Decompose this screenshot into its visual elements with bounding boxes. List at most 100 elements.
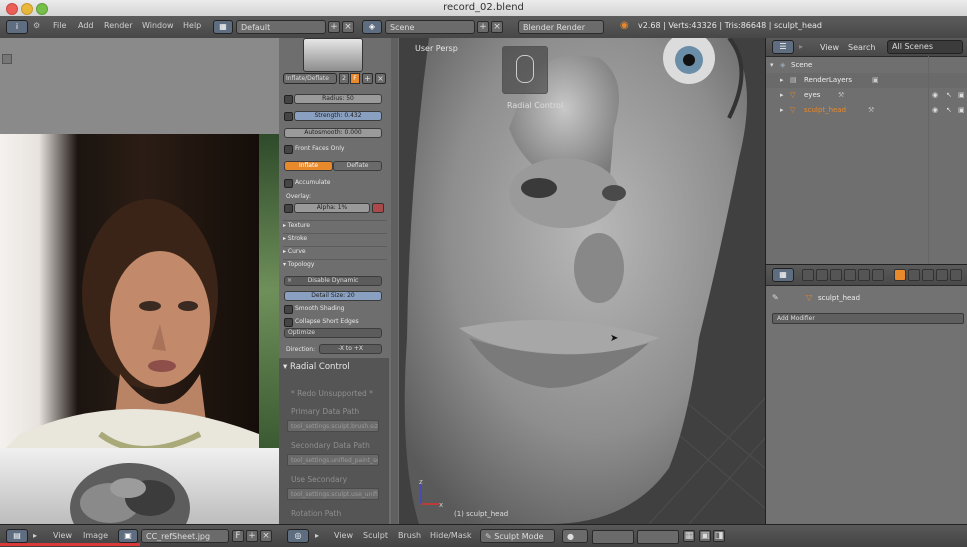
strength-pressure-icon[interactable] xyxy=(284,112,293,121)
viewport-menu-view[interactable]: View xyxy=(334,531,353,540)
add-modifier-button[interactable]: Add Modifier xyxy=(772,313,964,324)
primary-data-path-field[interactable]: tool_settings.sculpt.brush.size xyxy=(287,420,379,432)
inflate-button[interactable]: Inflate xyxy=(284,161,333,171)
strength-slider[interactable]: Strength: 0.432 xyxy=(294,111,382,121)
render-camera-icon[interactable]: ▣ xyxy=(958,103,965,118)
redo-panel[interactable]: ▾ Radial Control * Redo Unsupported * Pr… xyxy=(279,358,389,524)
menu-add[interactable]: Add xyxy=(78,21,94,30)
data-tab-icon[interactable] xyxy=(908,269,920,281)
new-image-button[interactable]: + xyxy=(246,530,258,542)
layers-widget-2[interactable] xyxy=(637,530,679,544)
outliner-row-scene[interactable]: ▾ ◈ Scene xyxy=(766,58,967,73)
secondary-data-path-field[interactable]: tool_settings.unified_paint_settings.siz… xyxy=(287,454,379,466)
3d-view-editor-icon[interactable]: ◎ xyxy=(287,529,309,543)
scene-tab-icon[interactable] xyxy=(830,269,842,281)
particles-tab-icon[interactable] xyxy=(950,269,962,281)
render-tab-icon[interactable] xyxy=(802,269,814,281)
visibility-eye-icon[interactable]: ◉ xyxy=(932,103,938,118)
texture-panel-header[interactable]: ▸ Texture xyxy=(283,220,387,231)
outliner-row-eyes[interactable]: ▸ ▽ eyes ⚒ ◉ ↖ ▣ xyxy=(766,88,967,103)
constraints-tab-icon[interactable] xyxy=(872,269,884,281)
outliner-menu-search[interactable]: Search xyxy=(848,43,875,52)
image-menu-image[interactable]: Image xyxy=(83,531,108,540)
image-editor[interactable] xyxy=(0,38,279,524)
tool-shelf-scrollbar[interactable] xyxy=(391,38,398,524)
viewport-menu-hide-mask[interactable]: Hide/Mask xyxy=(430,531,472,540)
image-editor-icon[interactable]: ▤ xyxy=(6,529,28,543)
tool-shelf[interactable]: Inflate/Deflate 2 F + × Radius: 50 Stren… xyxy=(279,38,400,524)
mode-select[interactable]: ✎ Sculpt Mode xyxy=(480,529,555,543)
topology-panel-header[interactable]: ▾ Topology xyxy=(283,259,387,270)
autosmooth-slider[interactable]: Autosmooth: 0.000 xyxy=(284,128,382,138)
smooth-shading-checkbox[interactable] xyxy=(284,305,293,314)
layers-widget[interactable] xyxy=(592,530,634,544)
menu-window[interactable]: Window xyxy=(142,21,174,30)
expand-icon[interactable]: ▸ xyxy=(780,103,784,118)
pin-icon[interactable]: ✎ xyxy=(772,293,779,302)
direction-select[interactable]: -X to +X xyxy=(319,344,382,354)
radius-slider[interactable]: Radius: 50 xyxy=(294,94,382,104)
new-brush-button[interactable]: + xyxy=(362,73,373,84)
unlink-brush-button[interactable]: × xyxy=(375,73,386,84)
optimize-button[interactable]: Optimize xyxy=(284,328,382,338)
image-fake-user-button[interactable]: F xyxy=(232,530,244,542)
region-toggle-icon[interactable] xyxy=(2,54,12,64)
screen-layout-field[interactable]: Default xyxy=(236,20,326,34)
outliner-row-renderlayers[interactable]: ▸ ▤ RenderLayers ▣ xyxy=(766,73,967,88)
image-menu-view[interactable]: View xyxy=(53,531,72,540)
visibility-eye-icon[interactable]: ◉ xyxy=(932,88,938,103)
render-engine-select[interactable]: Blender Render xyxy=(518,20,604,34)
brush-users[interactable]: 2 xyxy=(339,73,349,84)
menu-help[interactable]: Help xyxy=(183,21,201,30)
collapse-icon[interactable]: ▾ xyxy=(770,58,774,73)
menu-render[interactable]: Render xyxy=(104,21,132,30)
deflate-button[interactable]: Deflate xyxy=(333,161,382,171)
3d-viewport[interactable]: User Persp Radial Control zx (1) sculpt_… xyxy=(399,38,765,524)
overlay-toggle[interactable] xyxy=(284,204,293,213)
image-name-field[interactable]: CC_refSheet.jpg xyxy=(141,529,229,543)
collapse-short-edges-checkbox[interactable] xyxy=(284,318,293,327)
properties-editor[interactable]: ▦ ✎ ▽ sculpt_head Add Modifier xyxy=(765,264,967,525)
render-camera-icon[interactable]: ▣ xyxy=(958,88,965,103)
image-browse-icon[interactable]: ▣ xyxy=(118,529,138,543)
properties-editor-icon[interactable]: ▦ xyxy=(772,268,794,282)
outliner-row-sculpt-head[interactable]: ▸ ▽ sculpt_head ⚒ ◉ ↖ ▣ xyxy=(766,103,967,118)
brush-preview[interactable] xyxy=(303,38,363,72)
opengl-render-icon[interactable]: ◨ xyxy=(713,530,725,542)
overlay-paint-icon[interactable] xyxy=(372,203,384,213)
expand-icon[interactable]: ▸ xyxy=(780,73,784,88)
world-tab-icon[interactable] xyxy=(844,269,856,281)
scene-field[interactable]: Scene xyxy=(385,20,475,34)
outliner-menu-view[interactable]: View xyxy=(820,43,839,52)
use-secondary-field[interactable]: tool_settings.sculpt.use_unified_size xyxy=(287,488,379,500)
info-editor-icon[interactable]: i xyxy=(6,20,28,34)
redo-panel-title[interactable]: ▾ Radial Control xyxy=(283,362,350,372)
accumulate-checkbox[interactable] xyxy=(284,179,293,188)
delete-scene-button[interactable]: × xyxy=(491,21,503,33)
viewport-menu-sculpt[interactable]: Sculpt xyxy=(363,531,388,540)
curve-panel-header[interactable]: ▸ Curve xyxy=(283,246,387,257)
delete-screen-button[interactable]: × xyxy=(342,21,354,33)
texture-tab-icon[interactable] xyxy=(936,269,948,281)
outliner-editor-icon[interactable]: ☰ xyxy=(772,40,794,54)
menu-file[interactable]: File xyxy=(53,21,66,30)
render-preview-icon[interactable]: ▣ xyxy=(699,530,711,542)
front-faces-only-checkbox[interactable] xyxy=(284,145,293,154)
material-tab-icon[interactable] xyxy=(922,269,934,281)
alpha-slider[interactable]: Alpha: 1% xyxy=(294,203,370,213)
radius-pressure-icon[interactable] xyxy=(284,95,293,104)
brush-name-field[interactable]: Inflate/Deflate xyxy=(283,73,337,84)
outliner-display-mode-select[interactable]: All Scenes xyxy=(887,40,963,54)
screen-layout-icon[interactable]: ▦ xyxy=(213,20,233,34)
unlink-image-button[interactable]: × xyxy=(260,530,272,542)
outliner[interactable]: ☰ ▸ View Search All Scenes ▾ ◈ Scene ▸ ▤… xyxy=(765,38,967,264)
disable-dynamic-button[interactable]: Disable Dynamic xyxy=(284,276,382,286)
selectable-cursor-icon[interactable]: ↖ xyxy=(946,103,952,118)
selectable-cursor-icon[interactable]: ↖ xyxy=(946,88,952,103)
viewport-shading-select[interactable]: ● xyxy=(562,529,588,543)
brush-fake-user-button[interactable]: F xyxy=(350,73,360,84)
viewport-menu-brush[interactable]: Brush xyxy=(398,531,421,540)
expand-icon[interactable]: ▸ xyxy=(780,88,784,103)
render-layers-tab-icon[interactable] xyxy=(816,269,828,281)
detail-size-slider[interactable]: Detail Size: 20 xyxy=(284,291,382,301)
